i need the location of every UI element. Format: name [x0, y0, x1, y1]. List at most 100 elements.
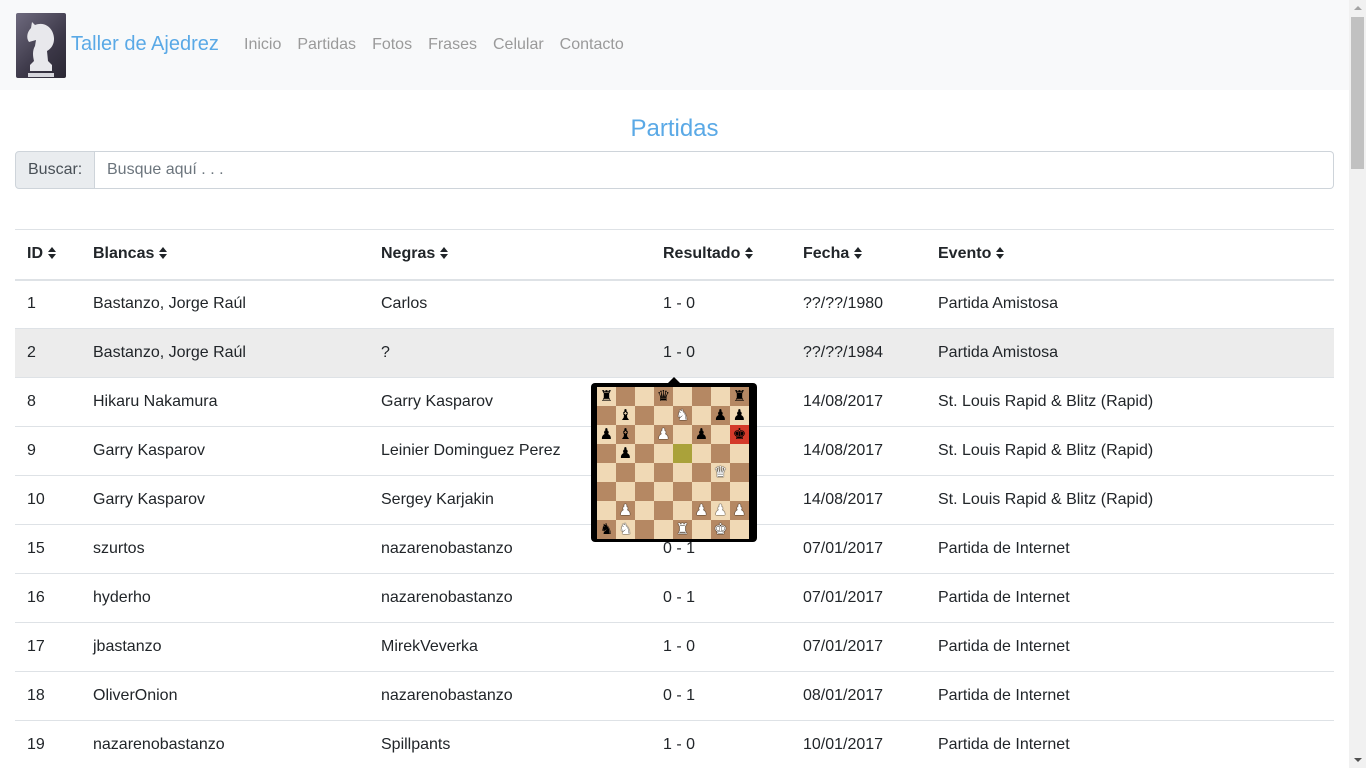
nav-link-partidas[interactable]: Partidas: [297, 36, 356, 54]
board-square: [635, 501, 654, 520]
cell-id: 19: [15, 720, 81, 770]
cell-evento: St. Louis Rapid & Blitz (Rapid): [926, 377, 1334, 427]
cell-blancas: Garry Kasparov: [81, 426, 369, 476]
board-square: ♛: [654, 387, 673, 406]
cell-blancas: szurtos: [81, 524, 369, 574]
column-header-negras[interactable]: Negras: [369, 229, 651, 281]
board-square: [635, 482, 654, 501]
cell-evento: St. Louis Rapid & Blitz (Rapid): [926, 426, 1334, 476]
cell-id: 1: [15, 279, 81, 329]
cell-negras: MirekVeverka: [369, 622, 651, 672]
table-row[interactable]: 19 nazarenobastanzo Spillpants 1 - 0 10/01/2…: [15, 720, 1334, 770]
nav-link-inicio[interactable]: Inicio: [244, 36, 281, 54]
board-square: [654, 501, 673, 520]
table-row[interactable]: 16 hyderho nazarenobastanzo 0 - 1 07/01/2017…: [15, 573, 1334, 623]
board-square: ♝: [616, 406, 635, 425]
nav-link-fotos[interactable]: Fotos: [372, 36, 412, 54]
table-row[interactable]: 1 Bastanzo, Jorge Raúl Carlos 1 - 0 ??/??/19…: [15, 279, 1334, 329]
cell-id: 15: [15, 524, 81, 574]
nav-link-contacto[interactable]: Contacto: [560, 36, 624, 54]
nav-link-celular[interactable]: Celular: [493, 36, 544, 54]
column-header-label: Fecha: [803, 245, 850, 263]
sort-icon: [996, 247, 1005, 260]
navbar: Taller de Ajedrez Inicio Partidas Fotos …: [0, 0, 1349, 90]
board-square: [635, 387, 654, 406]
board-square: [597, 501, 616, 520]
cell-id: 8: [15, 377, 81, 427]
column-header-blancas[interactable]: Blancas: [81, 229, 369, 281]
cell-blancas: hyderho: [81, 573, 369, 623]
board-square: ♟: [597, 425, 616, 444]
cell-fecha: 14/08/2017: [791, 377, 926, 427]
cell-fecha: 07/01/2017: [791, 622, 926, 672]
column-header-label: Negras: [381, 245, 436, 263]
cell-fecha: 14/08/2017: [791, 426, 926, 476]
board-square: ♟: [730, 501, 749, 520]
black-pawn-icon: ♟: [599, 425, 614, 443]
vertical-scrollbar[interactable]: [1349, 0, 1366, 768]
board-square: [730, 520, 749, 539]
scroll-down-arrow-icon[interactable]: [1349, 751, 1366, 768]
board-square: [654, 406, 673, 425]
column-header-id[interactable]: ID: [15, 229, 81, 281]
board-square: [654, 444, 673, 463]
black-pawn-icon: ♟: [618, 444, 633, 462]
board-square: [692, 520, 711, 539]
board-square: [635, 463, 654, 482]
board-square: [673, 463, 692, 482]
board-square: [597, 482, 616, 501]
white-pawn-icon: ♟: [694, 501, 709, 519]
board-square: ♟: [692, 501, 711, 520]
cell-evento: Partida de Internet: [926, 622, 1334, 672]
table-row[interactable]: 17 jbastanzo MirekVeverka 1 - 0 07/01/2017 Pa…: [15, 622, 1334, 672]
cell-fecha: 14/08/2017: [791, 475, 926, 525]
cell-fecha: ??/??/1980: [791, 279, 926, 329]
sort-icon: [159, 247, 168, 260]
board-square: [616, 387, 635, 406]
sort-icon: [854, 247, 863, 260]
search-input[interactable]: [95, 151, 1334, 189]
board-square: ♟: [654, 425, 673, 444]
white-pawn-icon: ♟: [713, 501, 728, 519]
board-square: [711, 444, 730, 463]
white-pawn-icon: ♟: [732, 501, 747, 519]
black-rook-icon: ♜: [732, 387, 747, 405]
board-square: [673, 482, 692, 501]
board-square: [711, 482, 730, 501]
column-header-fecha[interactable]: Fecha: [791, 229, 926, 281]
brand-title[interactable]: Taller de Ajedrez: [71, 33, 219, 56]
board-square: [635, 406, 654, 425]
scroll-up-arrow-icon[interactable]: [1349, 0, 1366, 17]
cell-negras: nazarenobastanzo: [369, 671, 651, 721]
cell-id: 2: [15, 328, 81, 378]
board-square: [616, 482, 635, 501]
cell-evento: Partida de Internet: [926, 573, 1334, 623]
white-king-icon: ♚: [713, 520, 728, 538]
board-square: [692, 482, 711, 501]
column-header-resultado[interactable]: Resultado: [651, 229, 791, 281]
nav-link-frases[interactable]: Frases: [428, 36, 477, 54]
board-square: ♚: [711, 520, 730, 539]
scrollbar-thumb[interactable]: [1351, 17, 1364, 169]
table-row[interactable]: 2 Bastanzo, Jorge Raúl? 1 - 0 ??/??/1984 Par…: [15, 328, 1334, 378]
board-square: ♚: [730, 425, 749, 444]
column-header-label: Evento: [938, 245, 992, 263]
board-square: ♜: [730, 387, 749, 406]
cell-blancas: Garry Kasparov: [81, 475, 369, 525]
cell-negras: ?: [369, 328, 651, 378]
table-row[interactable]: 18 OliverOnion nazarenobastanzo 0 - 1 08/01/…: [15, 671, 1334, 721]
column-header-evento[interactable]: Evento: [926, 229, 1334, 281]
board-square: [635, 444, 654, 463]
board-square: [730, 482, 749, 501]
chess-board-preview: ♜ ♛ ♜ ♝ ♞ ♟ ♟ ♟ ♝ ♟ ♟ ♚ ♟ ♛ ♟ ♟ ♟ ♟ ♞ ♞ ♜ ♚: [597, 387, 749, 539]
knight-logo[interactable]: [16, 13, 66, 78]
cell-evento: St. Louis Rapid & Blitz (Rapid): [926, 475, 1334, 525]
board-square: ♟: [692, 425, 711, 444]
cell-id: 16: [15, 573, 81, 623]
white-pawn-icon: ♟: [656, 425, 671, 443]
cell-evento: Partida de Internet: [926, 524, 1334, 574]
page-title: Partidas: [630, 115, 719, 142]
board-square: ♜: [673, 520, 692, 539]
cell-evento: Partida de Internet: [926, 720, 1334, 770]
search-group: Buscar:: [15, 151, 1334, 189]
